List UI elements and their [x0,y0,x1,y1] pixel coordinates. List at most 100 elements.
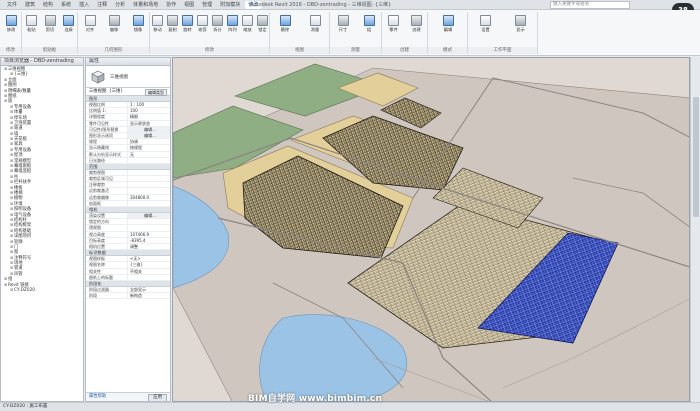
ribbon-button-label: 复制 [168,27,177,32]
property-value[interactable]: 100 [128,108,170,113]
property-value[interactable]: 不相关 [128,269,170,274]
browser-tree-item[interactable]: ⊞CY-DZ020 [1,287,83,292]
title-bar: 文件 建筑 结构 系统 插入 注释 分析 体量和场地 协作 视图 管理 附加模块 修改 Autodesk… [0,0,700,10]
property-value[interactable] [128,176,170,181]
property-name: 相关性 [86,268,128,274]
ribbon-button[interactable]: 组 [362,15,376,32]
ribbon-tab[interactable]: 视图 [181,1,197,9]
ribbon-button[interactable]: 连接 [62,15,76,32]
property-value[interactable]: 编辑... [128,132,170,139]
ribbon-button[interactable]: 复制 [166,15,180,32]
ribbon-button[interactable]: 修剪 [196,15,210,32]
ribbon-button[interactable]: 粘贴 [24,15,38,32]
ribbon-button[interactable]: 编辑 [441,15,455,32]
property-value[interactable]: 显示原状态 [128,121,170,126]
ribbon-button-label: 连接 [64,27,73,32]
property-value[interactable]: 编辑... [128,213,170,219]
property-value[interactable]: 调整 [128,244,170,249]
property-value[interactable] [128,225,170,230]
property-value[interactable]: 新构造 [128,293,170,298]
property-value[interactable] [128,275,170,280]
vertical-scrollbar[interactable] [690,57,700,402]
property-name: 可见性/图形替换 [86,126,128,132]
ribbon-button[interactable]: 零件 [387,15,401,32]
ribbon-button[interactable]: 缩放 [241,15,255,32]
ribbon-group-label: 测量 [330,47,381,54]
ribbon-button[interactable]: 旋转 [181,15,195,32]
ribbon-button-label: 旋转 [183,27,192,32]
browser-tree-label: 图例 [8,83,17,88]
ribbon-tab[interactable]: 协作 [163,1,179,9]
property-value[interactable] [128,201,170,206]
property-value[interactable] [128,182,170,187]
property-value[interactable]: 107466.9 [128,232,170,237]
ribbon-tab[interactable]: 插入 [76,1,92,9]
ribbon-group-label: 工作平面 [468,47,537,54]
ribbon-tab[interactable]: 文件 [4,1,20,9]
ribbon-tab[interactable]: 体量和场地 [130,1,161,9]
property-value[interactable]: {三维} [128,262,170,267]
property-value[interactable]: <无> [128,256,170,261]
window-title: Autodesk Revit 2016 - DBD-zentrading - 三… [250,2,392,8]
ribbon-button[interactable]: 测量 [308,15,322,32]
properties-help-link[interactable]: 属性帮助 [89,393,106,401]
ribbon-button[interactable]: 锁定 [256,15,270,32]
scrollbar-thumb[interactable] [693,97,699,217]
ribbon-button[interactable]: 剪切 [43,15,57,32]
ribbon-button[interactable]: 删除 [278,15,292,32]
ribbon-button-label: 测量 [310,27,320,32]
ribbon-tab[interactable]: 系统 [58,1,74,9]
property-value[interactable] [128,219,170,224]
property-value[interactable]: 协调 [128,139,170,144]
property-value[interactable]: -8395.4 [128,238,170,243]
ribbon-button[interactable]: 偏移 [107,15,121,32]
property-name: 渲染设置 [86,213,128,219]
browser-tree-label: 风管 [14,271,23,277]
properties-grid: 图形 视图比例 1 : 100 比例值 1: 100 详细程度 精细 零件可见性 显示原状态 可见… [86,96,170,300]
ribbon-tab[interactable]: 结构 [40,1,56,9]
ribbon-tab[interactable]: 注释 [94,1,110,9]
apply-button[interactable]: 应用 [148,394,167,401]
ribbon-group: 尺寸 组测量 [330,12,382,54]
status-text: CY-DZ020 : 施工布置 [3,404,48,409]
property-value[interactable]: 全部显示 [128,287,170,292]
ribbon-button[interactable]: 对齐 [83,15,97,32]
ribbon-group-label: 模式 [428,47,467,54]
3d-viewport[interactable] [172,57,690,402]
property-value[interactable]: 1 : 100 [128,102,170,107]
property-value[interactable]: 编辑... [128,126,170,132]
ribbon-tab[interactable]: 管理 [199,1,215,9]
property-value[interactable] [128,170,170,175]
ribbon-button[interactable]: 创建 [410,15,424,32]
property-value[interactable]: 304800.0 [128,195,170,200]
ribbon-tab[interactable]: 分析 [112,1,128,9]
browser-tree-label: 屋顶 [14,153,23,158]
ribbon-button[interactable]: 设置 [479,15,493,32]
ribbon-button[interactable]: 镜像 [131,15,145,32]
property-name: 剖面框 [86,200,128,206]
property-value[interactable] [128,188,170,193]
tool-icon [108,15,120,26]
ribbon-button[interactable]: 修改 [4,15,18,32]
ribbon-button-label: 编辑 [443,27,453,32]
ribbon-tab[interactable]: 建筑 [22,1,38,9]
edit-type-button[interactable]: 编辑类型 [145,89,167,96]
ribbon-button[interactable]: 阵列 [226,15,240,32]
tool-icon [257,15,268,26]
property-name: 裁剪视图 [86,169,128,176]
ribbon-button[interactable]: 显示 [514,15,528,32]
property-value[interactable]: 精细 [128,114,170,119]
property-value[interactable] [128,158,170,163]
browser-tree-label: CY-DZ020 [14,288,36,293]
ribbon-button-label: 拆分 [213,27,222,32]
type-selector[interactable]: 三维视图 [86,66,170,88]
ribbon-button[interactable]: 拆分 [211,15,225,32]
property-value[interactable]: 按规程 [128,145,170,150]
instance-filter[interactable]: 三维视图: {三维} 编辑类型 [86,88,170,96]
property-name: 图纸上的标题 [86,274,128,280]
search-input[interactable]: 键入关键字或短语 [550,1,630,9]
ribbon-button[interactable]: 尺寸 [336,15,350,32]
ribbon-tab[interactable]: 附加模块 [217,1,243,9]
ribbon-button[interactable]: 移动 [151,15,165,32]
property-value[interactable]: 无 [128,152,170,157]
